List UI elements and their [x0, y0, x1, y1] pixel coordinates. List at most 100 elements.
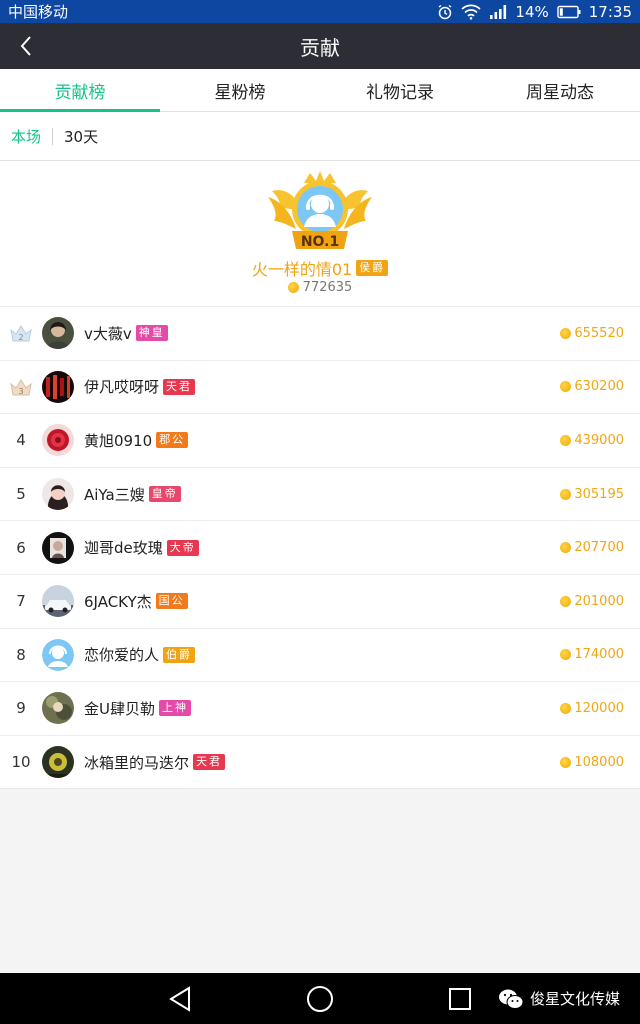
battery-percent: 14% [515, 2, 549, 21]
page-title: 贡献 [300, 35, 340, 60]
nav-home-button[interactable] [290, 973, 350, 1024]
score: 305195 [560, 468, 624, 521]
watermark-text: 俊星文化传媒 [529, 990, 620, 1008]
top-contributor-card[interactable]: NO.1 火一样的情01 侯爵 772635 [0, 161, 640, 307]
status-bar: 中国移动 14% 17:35 [0, 0, 640, 23]
score-value: 630200 [574, 379, 624, 395]
score: 174000 [560, 629, 624, 682]
noble-rank-badge: 神皇 [135, 325, 168, 342]
top-contributor-name: 火一样的情01 [251, 260, 353, 279]
ranking-row[interactable]: 8 恋你爱的人 伯爵 174000 [0, 629, 640, 683]
tab-gift-records[interactable]: 礼物记录 [320, 69, 480, 111]
nav-back-button[interactable] [150, 973, 210, 1024]
title-bar: 贡献 [0, 23, 640, 69]
noble-rank-badge: 伯爵 [163, 646, 196, 663]
ranking-row[interactable]: 6 迦哥de玫瑰 大帝 207700 [0, 521, 640, 575]
circle-home-icon [307, 985, 333, 1012]
score-value: 305195 [574, 486, 624, 502]
rank-number: 6 [16, 538, 26, 557]
no1-crown-badge: NO.1 [268, 171, 372, 250]
ranking-row[interactable]: 2 v大薇v 神皇 655520 [0, 307, 640, 361]
ranking-row[interactable]: 4 黄旭0910 郡公 439000 [0, 414, 640, 468]
watermark: 俊星文化传媒 [498, 973, 620, 1024]
tab-contribution[interactable]: 贡献榜 [0, 69, 160, 112]
user-name: 伊凡哎呀呀 [84, 378, 160, 397]
coin-icon [560, 756, 572, 768]
coin-icon [560, 434, 572, 446]
avatar[interactable] [42, 370, 74, 403]
noble-rank-badge: 天君 [163, 378, 196, 395]
avatar[interactable] [42, 692, 74, 725]
noble-rank-badge: 大帝 [166, 539, 199, 556]
tab-star-fans[interactable]: 星粉榜 [160, 69, 320, 111]
score: 120000 [560, 682, 624, 735]
score-value: 108000 [574, 754, 624, 770]
status-indicators: 14% 17:35 [437, 3, 632, 21]
silver-crown-icon: 2 [0, 322, 42, 344]
score-value: 655520 [574, 325, 624, 341]
ranking-row[interactable]: 10 冰箱里的马迭尔 天君 108000 [0, 736, 640, 790]
triangle-back-icon [169, 985, 190, 1012]
score: 108000 [560, 736, 624, 789]
coin-icon [287, 282, 299, 293]
score: 201000 [560, 575, 624, 628]
rank-number: 4 [16, 431, 26, 450]
score-value: 201000 [574, 593, 624, 609]
ranking-row[interactable]: 3 伊凡哎呀呀 天君 630200 [0, 361, 640, 415]
system-nav-bar: 俊星文化传媒 [0, 973, 640, 1024]
user-name: 黄旭0910 [84, 431, 153, 450]
noble-rank-badge: 郡公 [156, 432, 189, 449]
svg-text:2: 2 [18, 333, 23, 342]
avatar[interactable] [42, 317, 74, 350]
noble-rank-badge: 皇帝 [148, 486, 181, 503]
ranking-list: 2 v大薇v 神皇 655520 3 伊凡哎呀呀 天君 630200 4 黄旭0… [0, 307, 640, 790]
ranking-row[interactable]: 7 6JACKY杰 国公 201000 [0, 575, 640, 629]
top-contributor-name-row: 火一样的情01 侯爵 [0, 256, 640, 280]
avatar[interactable] [42, 746, 74, 779]
default-avatar-icon [42, 638, 74, 671]
score: 630200 [560, 361, 624, 414]
coin-icon [560, 702, 572, 714]
coin-icon [560, 327, 572, 339]
noble-rank-badge: 国公 [155, 593, 188, 610]
tab-weekly-star[interactable]: 周星动态 [480, 69, 640, 111]
subtab-30-days[interactable]: 30天 [53, 126, 109, 147]
noble-rank-badge: 上神 [158, 700, 191, 717]
square-recents-icon [449, 987, 471, 1010]
ranking-row[interactable]: 5 AiYa三嫂 皇帝 305195 [0, 468, 640, 522]
battery-icon [557, 5, 581, 19]
user-name: 恋你爱的人 [84, 646, 160, 665]
avatar[interactable] [42, 424, 74, 457]
rank-number: 7 [16, 592, 26, 611]
clock-time: 17:35 [588, 2, 632, 21]
coin-icon [560, 488, 572, 500]
score: 655520 [560, 307, 624, 360]
rank-number: 10 [11, 753, 31, 772]
alarm-icon [437, 4, 453, 20]
nav-recents-button[interactable] [430, 973, 490, 1024]
top-contributor-score-row: 772635 [0, 280, 640, 295]
chevron-left-icon [20, 36, 31, 56]
user-name: 冰箱里的马迭尔 [84, 753, 190, 772]
score-value: 174000 [574, 647, 624, 663]
ranking-row[interactable]: 9 金U肆贝勒 上神 120000 [0, 682, 640, 736]
score-value: 207700 [574, 540, 624, 556]
back-button[interactable] [6, 23, 46, 69]
rank-number: 5 [16, 485, 26, 504]
coin-icon [560, 542, 572, 554]
avatar[interactable] [42, 585, 74, 618]
signal-icon [489, 4, 507, 20]
avatar[interactable] [42, 478, 74, 511]
subtab-this-session[interactable]: 本场 [0, 126, 52, 147]
user-name: 6JACKY杰 [84, 592, 152, 611]
user-name: v大薇v [84, 324, 132, 343]
noble-rank-badge: 侯爵 [356, 260, 389, 276]
bronze-crown-icon: 3 [0, 376, 42, 398]
user-name: 迦哥de玫瑰 [84, 539, 163, 558]
avatar[interactable] [42, 531, 74, 564]
score-value: 120000 [574, 700, 624, 716]
coin-icon [560, 649, 572, 661]
top-contributor-score: 772635 [302, 280, 353, 295]
avatar[interactable] [42, 638, 74, 671]
rank-number: 9 [16, 699, 26, 718]
